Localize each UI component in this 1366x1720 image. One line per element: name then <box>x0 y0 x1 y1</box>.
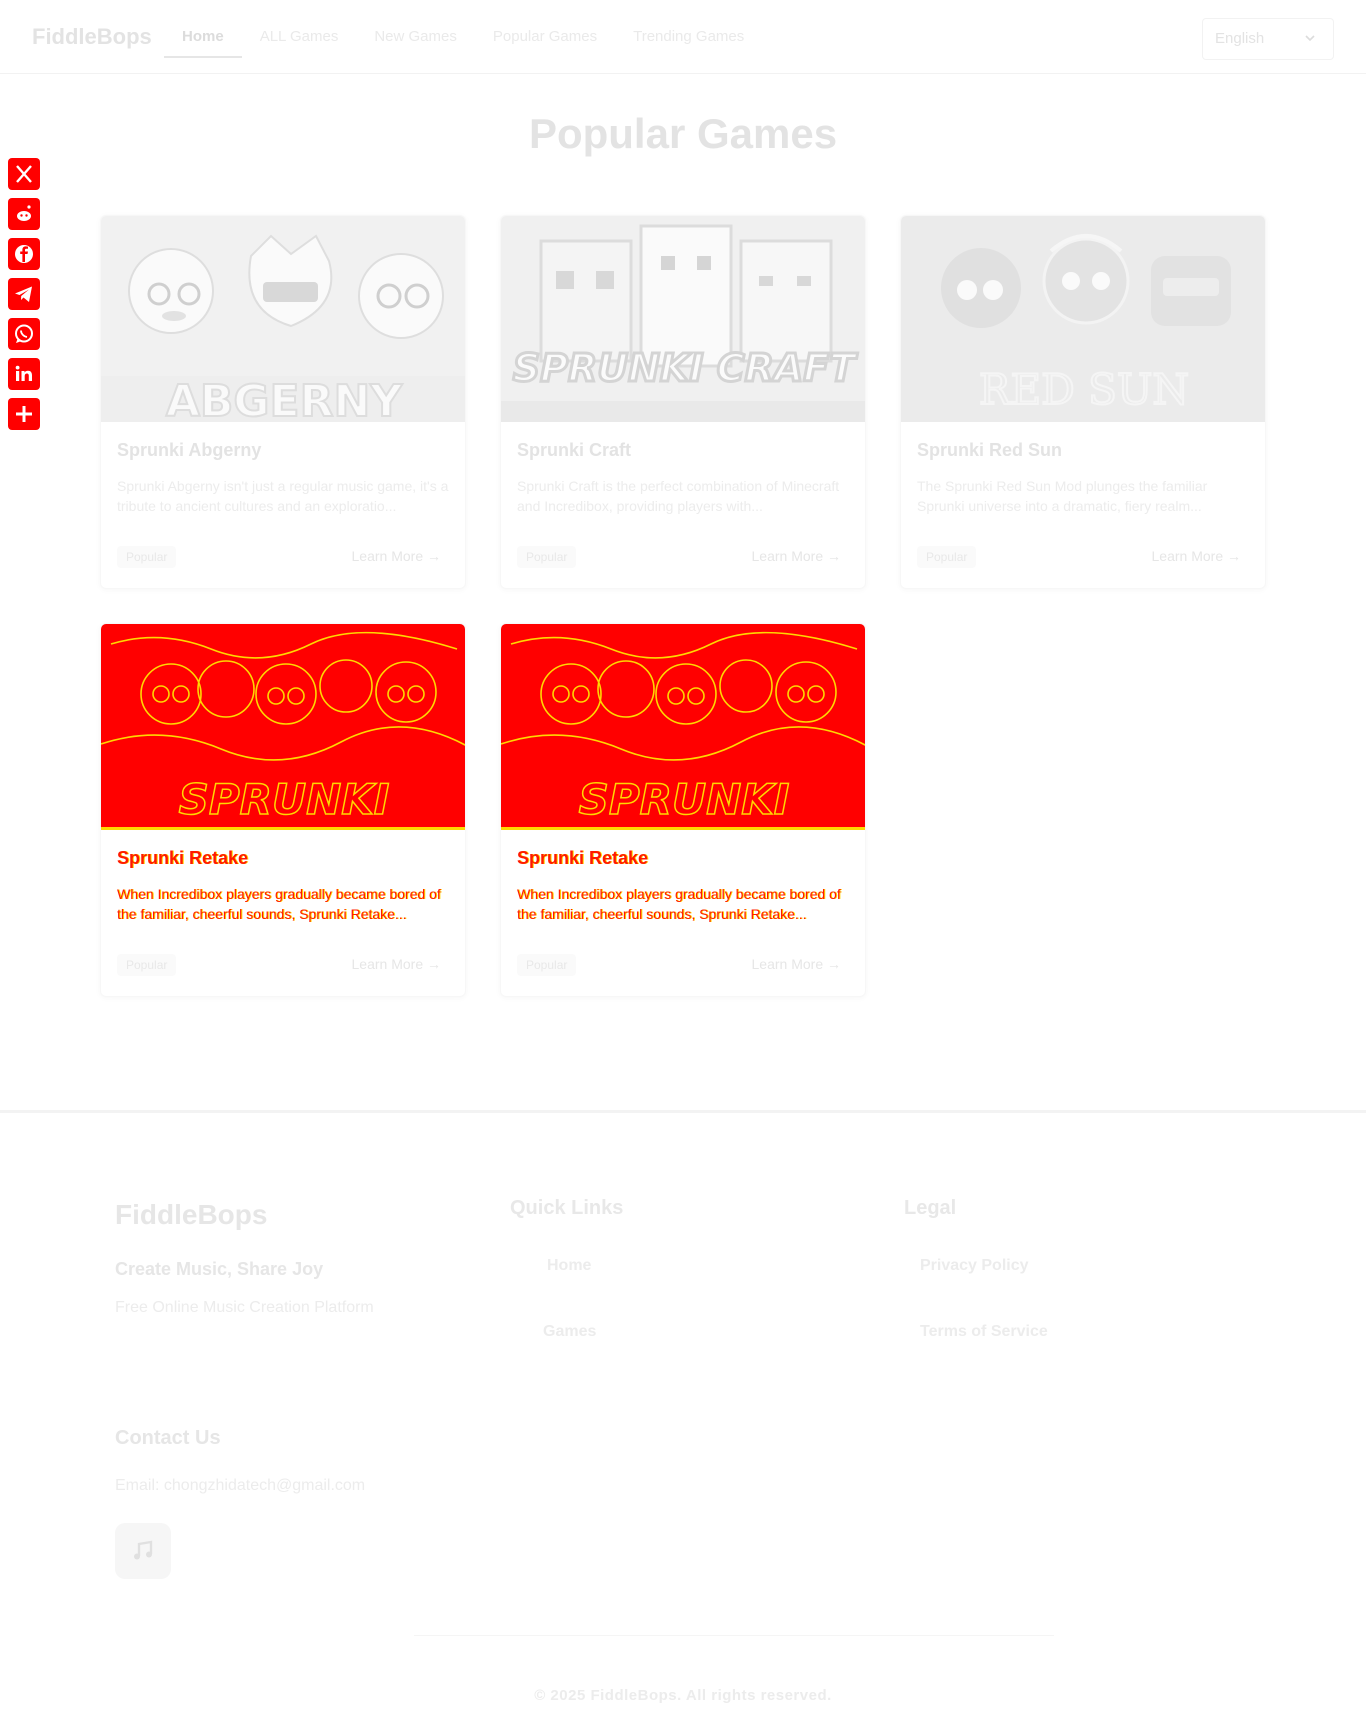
game-description: The Sprunki Red Sun Mod plunges the fami… <box>917 478 1208 514</box>
linkedin-icon <box>15 365 32 381</box>
svg-text:RED SUN: RED SUN <box>979 365 1189 414</box>
site-footer: FiddleBops Create Music, Share Joy Free … <box>0 1110 1366 1720</box>
learn-more-link[interactable]: Learn More → <box>1152 548 1241 564</box>
game-card[interactable]: SPRUNKI Sprunki Retake When Incredibox p… <box>500 623 866 997</box>
whatsapp-icon <box>15 324 33 343</box>
share-more-button[interactable] <box>8 398 40 430</box>
contact-email[interactable]: Email: chongzhidatech@gmail.com <box>115 1477 365 1495</box>
game-description: When Incredibox players gradually became… <box>117 886 441 922</box>
music-note-icon <box>134 1540 153 1560</box>
footer-divider <box>414 1635 1054 1636</box>
learn-more-link[interactable]: Learn More → <box>752 956 841 972</box>
popular-badge: Popular <box>917 546 977 568</box>
main-nav: Home ALL Games New Games Popular Games T… <box>164 0 762 74</box>
site-logo[interactable]: FiddleBops <box>32 24 152 50</box>
game-title[interactable]: Sprunki Abgerny <box>117 440 261 461</box>
game-card[interactable]: SPRUNKI CRAFT Sprunki Craft Sprunki Craf… <box>500 215 866 589</box>
share-telegram-button[interactable] <box>8 278 40 310</box>
reddit-icon <box>17 205 31 221</box>
chevron-down-icon <box>1305 35 1315 42</box>
footer-subtitle: Free Online Music Creation Platform <box>115 1299 374 1316</box>
legal-heading: Legal <box>904 1197 957 1219</box>
svg-text:SPRUNKI: SPRUNKI <box>179 775 390 824</box>
contact-heading: Contact Us <box>115 1427 221 1449</box>
language-value: English <box>1215 30 1265 47</box>
copyright: © 2025 FiddleBops. All rights reserved. <box>534 1687 832 1704</box>
footer-logo: FiddleBops <box>115 1199 268 1230</box>
nav-trending-games[interactable]: Trending Games <box>615 0 762 58</box>
game-thumbnail[interactable]: SPRUNKI <box>501 624 865 830</box>
nav-popular-games[interactable]: Popular Games <box>475 0 615 58</box>
footer-link-games[interactable]: Games <box>543 1323 596 1341</box>
game-card[interactable]: RED SUN Sprunki Red Sun The Sprunki Red … <box>900 215 1266 589</box>
footer-tagline: Create Music, Share Joy <box>115 1259 324 1279</box>
quick-links-heading: Quick Links <box>510 1197 624 1219</box>
game-card[interactable]: SPRUNKI Sprunki Retake When Incredibox p… <box>100 623 466 997</box>
facebook-icon <box>15 245 33 263</box>
nav-new-games[interactable]: New Games <box>356 0 475 58</box>
game-title[interactable]: Sprunki Retake <box>117 848 248 869</box>
footer-link-home[interactable]: Home <box>547 1257 591 1275</box>
game-description: Sprunki Abgerny isn't just a regular mus… <box>117 478 449 514</box>
popular-badge: Popular <box>517 546 577 568</box>
share-linkedin-button[interactable] <box>8 358 40 390</box>
page-title: Popular Games <box>528 110 838 157</box>
popular-badge: Popular <box>117 954 177 976</box>
share-plus-icon <box>16 406 32 422</box>
game-description: Sprunki Craft is the perfect combination… <box>517 478 840 514</box>
share-x-button[interactable] <box>8 158 40 190</box>
game-title[interactable]: Sprunki Red Sun <box>917 440 1062 461</box>
nav-home[interactable]: Home <box>164 0 242 58</box>
game-thumbnail[interactable]: SPRUNKI CRAFT <box>501 216 865 422</box>
learn-more-link[interactable]: Learn More → <box>352 548 441 564</box>
footer-link-privacy[interactable]: Privacy Policy <box>920 1257 1029 1275</box>
game-thumbnail[interactable]: RED SUN <box>901 216 1265 422</box>
share-bar <box>8 158 40 438</box>
game-card[interactable]: ABGERNY Sprunki Abgerny Sprunki Abgerny … <box>100 215 466 589</box>
game-title[interactable]: Sprunki Retake <box>517 848 648 869</box>
svg-text:SPRUNKI: SPRUNKI <box>579 775 790 824</box>
language-select[interactable]: English <box>1202 18 1334 60</box>
game-thumbnail[interactable]: ABGERNY <box>101 216 465 422</box>
learn-more-link[interactable]: Learn More → <box>352 956 441 972</box>
share-whatsapp-button[interactable] <box>8 318 40 350</box>
x-icon <box>16 165 32 183</box>
popular-badge: Popular <box>117 546 177 568</box>
game-thumbnail[interactable]: SPRUNKI <box>101 624 465 830</box>
share-facebook-button[interactable] <box>8 238 40 270</box>
footer-link-terms[interactable]: Terms of Service <box>920 1323 1048 1341</box>
popular-badge: Popular <box>517 954 577 976</box>
svg-text:SPRUNKI CRAFT: SPRUNKI CRAFT <box>513 346 858 390</box>
site-header: FiddleBops Home ALL Games New Games Popu… <box>0 0 1366 74</box>
share-reddit-button[interactable] <box>8 198 40 230</box>
telegram-icon <box>15 286 32 302</box>
svg-text:ABGERNY: ABGERNY <box>166 376 403 422</box>
game-description: When Incredibox players gradually became… <box>517 886 841 922</box>
game-title[interactable]: Sprunki Craft <box>517 440 631 461</box>
learn-more-link[interactable]: Learn More → <box>752 548 841 564</box>
music-link-button[interactable] <box>115 1523 171 1579</box>
nav-all-games[interactable]: ALL Games <box>242 0 357 58</box>
